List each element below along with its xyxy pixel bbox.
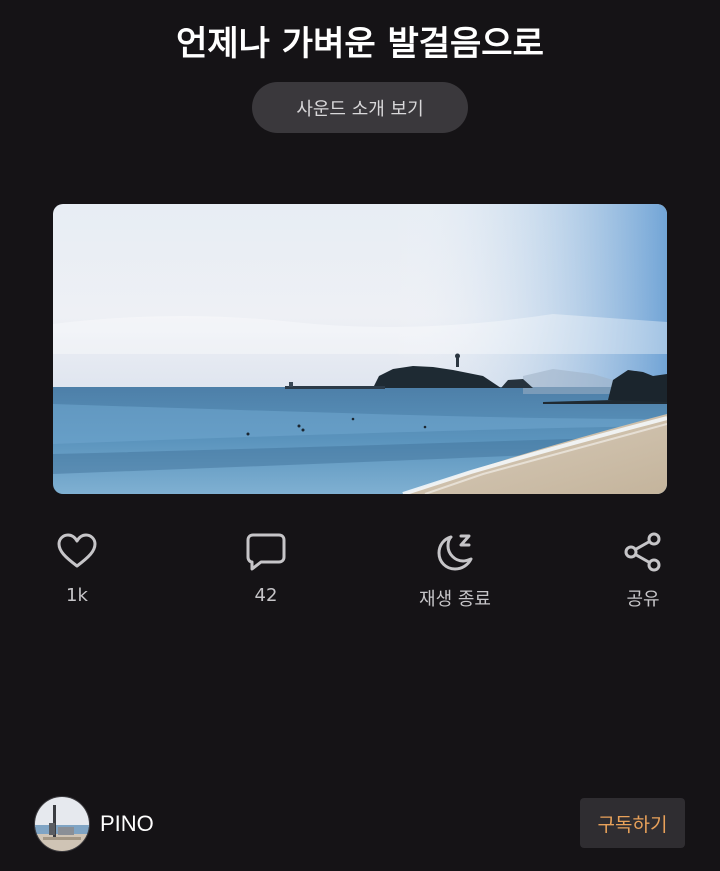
author-profile[interactable]: PINO <box>34 796 154 852</box>
like-button[interactable]: 1k <box>17 528 137 606</box>
sleep-timer-icon <box>431 528 479 576</box>
subscribe-button[interactable]: 구독하기 <box>580 798 685 848</box>
avatar <box>34 796 90 852</box>
sleep-timer-label: 재생 종료 <box>419 589 491 610</box>
beach-landscape-image <box>53 204 667 494</box>
share-button[interactable]: 공유 <box>583 528 703 611</box>
comment-icon <box>242 528 290 576</box>
page-title: 언제나 가벼운 발걸음으로 <box>176 24 544 64</box>
sleep-timer-button[interactable]: 재생 종료 <box>395 528 515 611</box>
share-icon <box>619 528 667 576</box>
like-count: 1k <box>66 585 88 606</box>
share-label: 공유 <box>626 589 660 610</box>
comment-count: 42 <box>254 585 278 606</box>
cover-image <box>53 204 667 494</box>
heart-icon <box>53 528 101 576</box>
author-name: PINO <box>100 811 154 836</box>
action-bar: 1k 42 재생 종료 공유 <box>0 528 720 618</box>
sound-intro-button[interactable]: 사운드 소개 보기 <box>252 82 468 133</box>
comment-button[interactable]: 42 <box>206 528 326 606</box>
